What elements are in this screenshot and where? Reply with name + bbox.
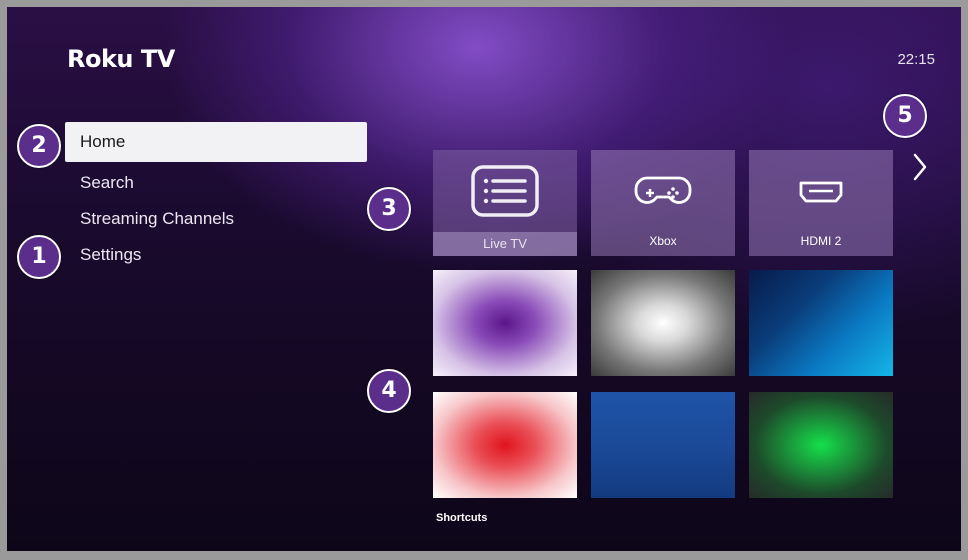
callout-badge-4: 4 bbox=[367, 369, 411, 413]
main-menu: Home Search Streaming Channels Settings bbox=[65, 122, 367, 274]
input-tile-xbox[interactable]: Xbox bbox=[591, 150, 735, 256]
roku-home-screen: Roku TV 22:15 Home Search Streaming Chan… bbox=[7, 7, 961, 551]
input-tile-label: Xbox bbox=[649, 234, 677, 248]
menu-item-search[interactable]: Search bbox=[65, 166, 367, 200]
shortcuts-label: Shortcuts bbox=[436, 512, 488, 524]
gamepad-icon bbox=[634, 176, 692, 204]
input-tile-live-tv[interactable]: Live TV bbox=[433, 150, 577, 256]
shortcut-thumbnail[interactable] bbox=[433, 270, 577, 376]
menu-item-home[interactable]: Home bbox=[65, 122, 367, 162]
callout-badge-3: 3 bbox=[367, 187, 411, 231]
shortcut-thumbnail[interactable] bbox=[749, 270, 893, 376]
callout-badge-2: 2 bbox=[17, 124, 61, 168]
menu-item-settings[interactable]: Settings bbox=[65, 238, 367, 272]
shortcut-thumbnail[interactable] bbox=[433, 392, 577, 498]
callout-badge-5: 5 bbox=[883, 94, 927, 138]
chevron-right-icon[interactable] bbox=[905, 147, 935, 187]
menu-item-streaming-channels[interactable]: Streaming Channels bbox=[65, 202, 367, 236]
hdmi-icon bbox=[799, 181, 843, 203]
guide-list-icon bbox=[471, 165, 539, 217]
roku-tv-logo: Roku TV bbox=[67, 45, 175, 73]
clock: 22:15 bbox=[897, 51, 935, 68]
input-tile-label: HDMI 2 bbox=[800, 234, 842, 248]
callout-badge-1: 1 bbox=[17, 235, 61, 279]
shortcut-thumbnail[interactable] bbox=[749, 392, 893, 498]
shortcut-thumbnail[interactable] bbox=[591, 270, 735, 376]
input-tile-hdmi-2[interactable]: HDMI 2 bbox=[749, 150, 893, 256]
outer-frame: Roku TV 22:15 Home Search Streaming Chan… bbox=[0, 0, 968, 560]
shortcut-thumbnail[interactable] bbox=[591, 392, 735, 498]
input-tile-label: Live TV bbox=[433, 232, 577, 256]
